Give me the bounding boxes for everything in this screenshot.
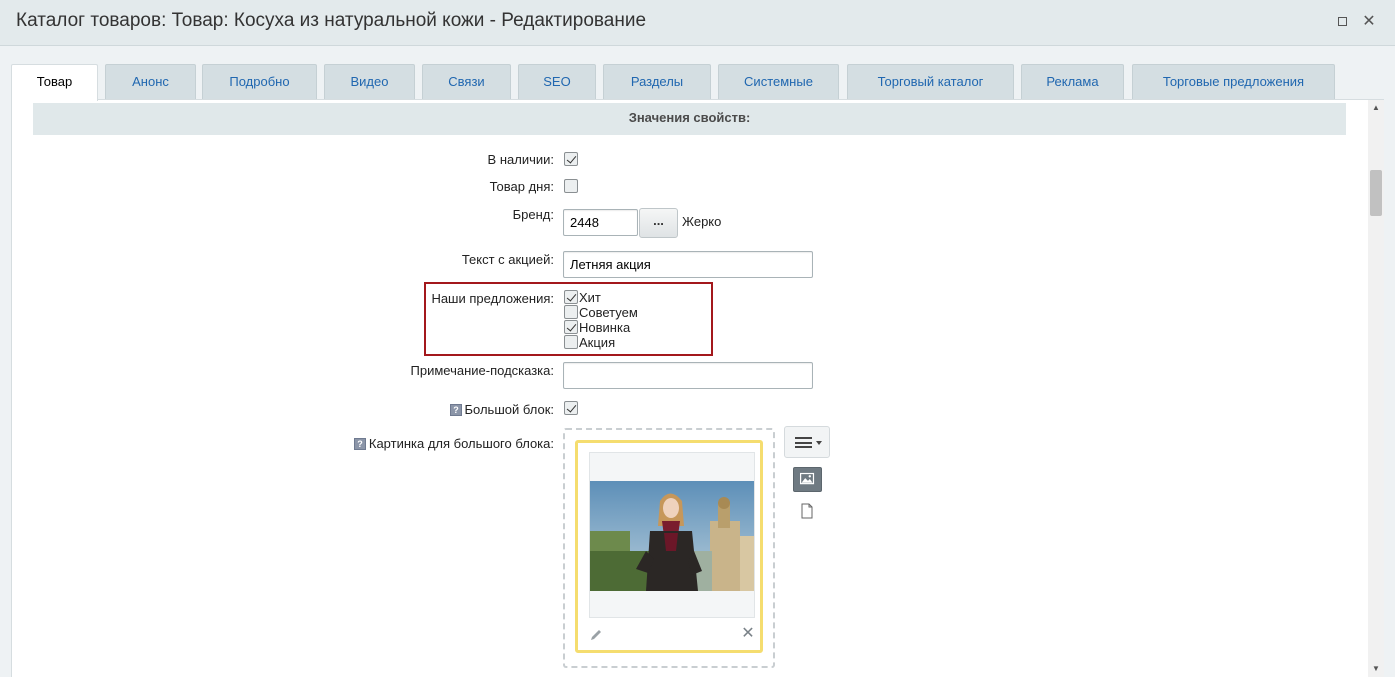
tab-trade-offers[interactable]: Торговые предложения <box>1132 64 1335 100</box>
file-icon[interactable] <box>800 503 814 519</box>
close-window-icon[interactable]: ✕ <box>1359 12 1379 32</box>
offer-recommend-checkbox[interactable] <box>564 305 578 319</box>
offer-hit-label[interactable]: Хит <box>579 290 601 305</box>
vertical-scrollbar[interactable]: ▲ ▼ <box>1368 100 1384 677</box>
promo-text-label: Текст с акцией: <box>461 252 554 267</box>
big-block-checkbox[interactable] <box>564 401 578 415</box>
offer-new-checkbox[interactable] <box>564 320 578 334</box>
scroll-thumb[interactable] <box>1370 170 1382 216</box>
tab-trade-catalog[interactable]: Торговый каталог <box>847 64 1014 100</box>
offer-sale-label[interactable]: Акция <box>579 335 615 350</box>
big-block-image-label: Картинка для большого блока: <box>368 436 554 451</box>
big-block-image-help-icon[interactable]: ? <box>354 438 366 450</box>
brand-id-input[interactable] <box>563 209 638 236</box>
scroll-up-arrow-icon[interactable]: ▲ <box>1368 102 1384 114</box>
tab-links[interactable]: Связи <box>422 64 511 100</box>
tab-sections[interactable]: Разделы <box>603 64 711 100</box>
window-title: Каталог товаров: Товар: Косуха из натура… <box>16 10 647 31</box>
promo-text-input[interactable] <box>563 251 813 278</box>
chevron-down-icon <box>816 441 822 445</box>
in-stock-label: В наличии: <box>487 152 554 167</box>
image-frame <box>589 452 755 618</box>
hint-note-label: Примечание-подсказка: <box>410 363 554 378</box>
brand-select-button[interactable]: ... <box>639 208 678 238</box>
brand-label: Бренд: <box>512 207 554 222</box>
product-image[interactable] <box>590 481 754 591</box>
big-block-label: Большой блок: <box>464 402 555 417</box>
product-of-day-checkbox[interactable] <box>564 179 578 193</box>
pencil-icon[interactable] <box>589 628 603 642</box>
big-block-help-icon[interactable]: ? <box>450 404 462 416</box>
section-header: Значения свойств: <box>33 103 1346 135</box>
brand-name: Жерко <box>682 214 722 229</box>
tab-system[interactable]: Системные <box>718 64 839 100</box>
offer-sale-checkbox[interactable] <box>564 335 578 349</box>
window-titlebar: Каталог товаров: Товар: Косуха из натура… <box>0 0 1395 46</box>
tab-announce[interactable]: Анонс <box>105 64 196 100</box>
tab-product[interactable]: Товар <box>11 64 98 101</box>
image-mode-button[interactable] <box>793 467 822 492</box>
product-of-day-label: Товар дня: <box>489 179 554 194</box>
tab-details[interactable]: Подробно <box>202 64 317 100</box>
in-stock-checkbox[interactable] <box>564 152 578 166</box>
hint-note-input[interactable] <box>563 362 813 389</box>
offer-recommend-label[interactable]: Советуем <box>579 305 638 320</box>
remove-image-icon[interactable]: ✕ <box>741 626 755 642</box>
tab-advertising[interactable]: Реклама <box>1021 64 1124 100</box>
tab-video[interactable]: Видео <box>324 64 415 100</box>
hamburger-menu-icon[interactable] <box>784 426 830 458</box>
restore-window-icon[interactable] <box>1332 12 1352 32</box>
offer-new-label[interactable]: Новинка <box>579 320 630 335</box>
offer-hit-checkbox[interactable] <box>564 290 578 304</box>
scroll-down-arrow-icon[interactable]: ▼ <box>1368 663 1384 675</box>
image-card: ✕ <box>575 440 763 653</box>
tab-seo[interactable]: SEO <box>518 64 596 100</box>
offers-label: Наши предложения: <box>431 291 554 306</box>
image-icon <box>800 472 815 485</box>
